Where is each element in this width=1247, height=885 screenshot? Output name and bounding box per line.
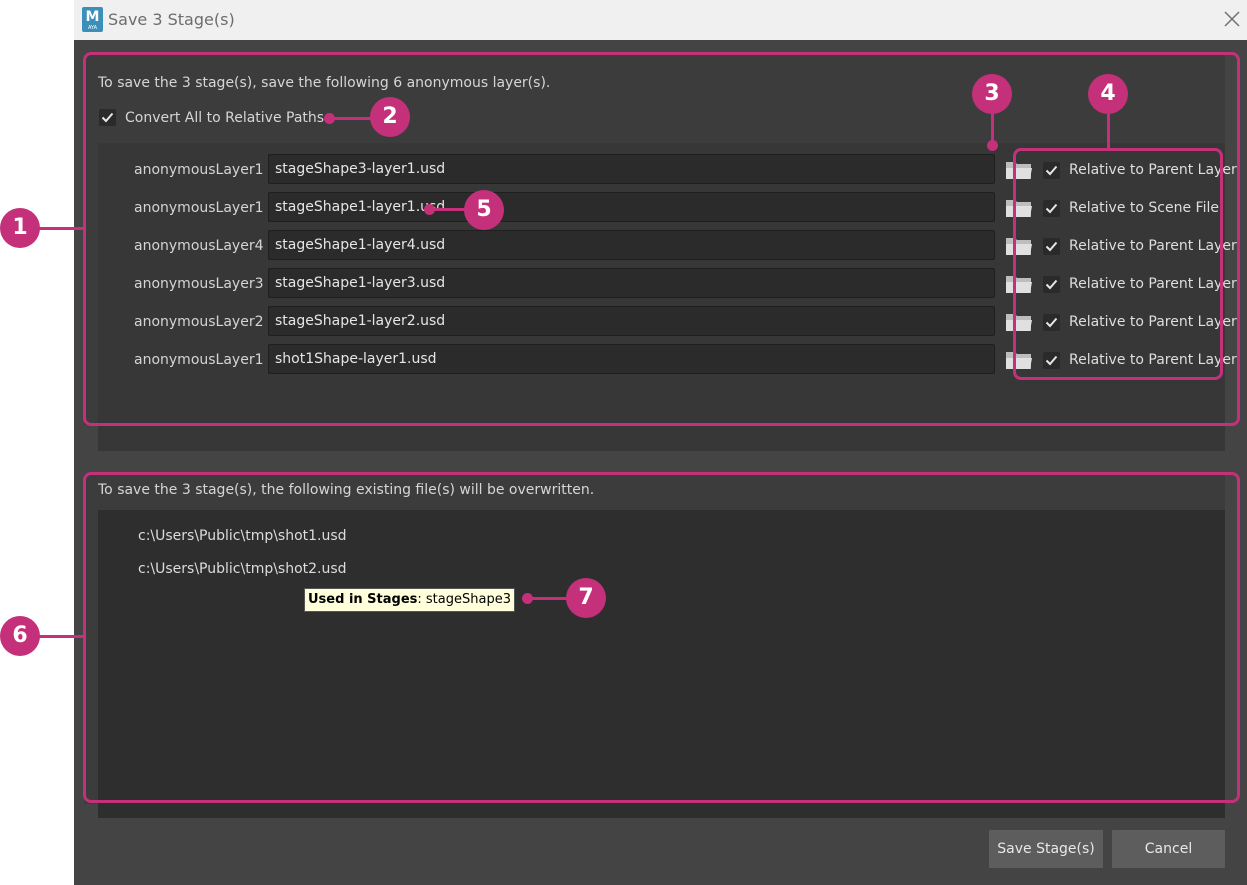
app-icon-letter: M — [85, 9, 100, 25]
callout-frame-6 — [83, 472, 1240, 803]
callout-leader-6 — [38, 635, 85, 638]
callout-badge-7: 7 — [566, 578, 606, 618]
callout-frame-4 — [1013, 148, 1223, 380]
callout-badge-3: 3 — [972, 74, 1012, 114]
callout-badge-1: 1 — [0, 208, 40, 248]
cancel-button[interactable]: Cancel — [1112, 830, 1225, 868]
callout-badge-2: 2 — [370, 97, 410, 137]
maya-app-icon: M AYA — [82, 7, 103, 32]
save-stages-button[interactable]: Save Stage(s) — [989, 830, 1103, 868]
title-bar: M AYA Save 3 Stage(s) — [74, 0, 1247, 40]
close-icon — [1224, 11, 1240, 27]
callout-leader-2 — [330, 117, 374, 120]
callout-leader-4 — [1107, 112, 1110, 150]
callout-badge-4: 4 — [1088, 74, 1128, 114]
window-title: Save 3 Stage(s) — [108, 10, 235, 29]
callout-badge-6: 6 — [0, 616, 40, 656]
callout-leader-3 — [991, 112, 994, 142]
callout-leader-1 — [38, 227, 85, 230]
callout-badge-5: 5 — [464, 190, 504, 230]
callout-dot-3 — [987, 140, 998, 151]
app-icon-sub: AYA — [87, 25, 98, 31]
close-button[interactable] — [1219, 6, 1245, 32]
